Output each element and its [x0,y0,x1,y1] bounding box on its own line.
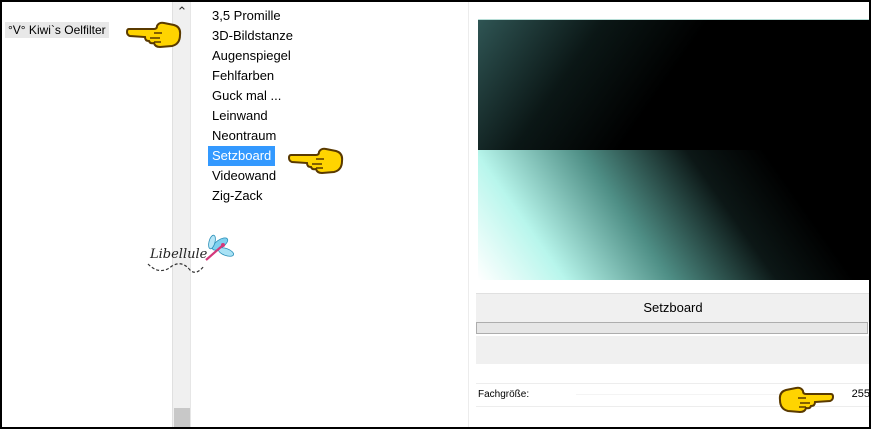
svg-text:Libellule: Libellule [149,247,208,262]
preview-top-half [478,20,869,150]
panel-divider [190,2,199,427]
scrollbar-thumb[interactable] [174,408,190,427]
category-scrollbar[interactable]: ⌃ [172,2,191,427]
preview-panel: Setzboard Fachgröße: 255 [468,2,869,427]
preview-image [478,19,869,280]
parameter-value[interactable]: 255 [852,388,869,400]
parameter-label: Fachgröße: [478,389,530,400]
filter-list: 3,5 Promille 3D-Bildstanze Augenspiegel … [208,6,458,206]
filter-dialog: °V° Kiwi`s Oelfilter ⌃ 3,5 Promille 3D-B… [0,0,871,429]
filter-item-fehlfarben[interactable]: Fehlfarben [208,66,278,86]
filter-item-zig-zack[interactable]: Zig-Zack [208,186,267,206]
filter-item-3-5-promille[interactable]: 3,5 Promille [208,6,285,26]
category-list: °V° Kiwi`s Oelfilter [2,2,172,427]
pointing-hand-icon [288,147,344,175]
control-area [476,336,869,364]
filter-item-3d-bildstanze[interactable]: 3D-Bildstanze [208,26,297,46]
chevron-up-icon[interactable]: ⌃ [173,4,191,20]
libellule-logo: Libellule [147,234,235,273]
filter-name-bar: Setzboard [476,293,869,322]
pointing-hand-icon [778,386,834,414]
filter-item-leinwand[interactable]: Leinwand [208,106,272,126]
pointing-hand-icon [126,21,182,49]
filter-item-setzboard[interactable]: Setzboard [208,146,276,166]
preview-bottom-half [478,150,869,280]
filter-item-neontraum[interactable]: Neontraum [208,126,280,146]
category-item-kiwis-oelfilter[interactable]: °V° Kiwi`s Oelfilter [5,22,109,38]
filter-item-augenspiegel[interactable]: Augenspiegel [208,46,295,66]
filter-item-guck-mal[interactable]: Guck mal ... [208,86,285,106]
filter-item-videowand[interactable]: Videowand [208,166,280,186]
progress-bar [476,322,868,334]
